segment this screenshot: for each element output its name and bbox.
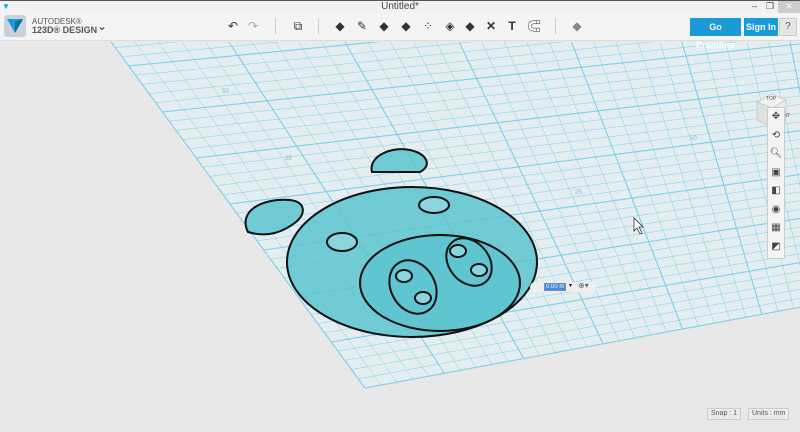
navigation-bar: ✥ ⟲ 🔍︎ ▣ ◧ ◉ ▦ ◩ [767, 107, 785, 259]
undo-icon[interactable]: ↶ [225, 18, 241, 34]
snout [359, 234, 521, 332]
window-title: Untitled* [381, 1, 419, 12]
nostril [395, 269, 413, 283]
orbit-icon[interactable]: ⟲ [768, 127, 784, 146]
sign-in-button[interactable]: Sign In [744, 18, 778, 36]
app-logo[interactable] [4, 15, 26, 37]
help-button[interactable]: ? [779, 18, 797, 36]
units-status[interactable]: Units : mm [748, 408, 790, 420]
snap-status[interactable]: Snap : 1 [707, 408, 742, 420]
primitives-icon[interactable]: ⧉ [290, 18, 306, 34]
view-icon[interactable]: ◧ [768, 182, 784, 201]
delete-icon[interactable]: ✕ [483, 18, 499, 34]
close-button[interactable]: ✕ [778, 1, 800, 13]
grouping-icon[interactable]: ⁘ [420, 18, 436, 34]
go-premium-button[interactable]: Go Premium [690, 18, 741, 50]
zoom-icon[interactable]: 🔍︎ [768, 145, 784, 164]
material-icon[interactable]: ◩ [768, 238, 784, 257]
minimize-button[interactable]: ‒ [752, 1, 757, 11]
eye-right [418, 196, 450, 214]
dimension-input[interactable] [544, 283, 566, 291]
snap-icon[interactable]: 🧲︎ [526, 18, 542, 34]
visibility-eye-icon[interactable]: ◉ [768, 201, 784, 220]
text-icon[interactable]: T [504, 18, 520, 34]
redo-icon[interactable]: ↷ [245, 18, 261, 34]
construct-icon[interactable]: ✎ [354, 18, 370, 34]
sketch-icon[interactable]: ◆ [332, 18, 348, 34]
grid-label: 25 [285, 156, 292, 162]
eye-left [326, 232, 358, 252]
nostril [470, 263, 488, 277]
restore-button[interactable]: ❐ [766, 1, 774, 12]
brand: AUTODESK® 123D® DESIGN [32, 17, 97, 35]
nostril [449, 244, 467, 258]
main-toolbar: AUTODESK® 123D® DESIGN ⌄ ↶ ↷ ⧉ ◆ ✎ ◆ ◆ ⁘ … [0, 13, 800, 50]
nostril [414, 291, 432, 305]
3d-viewport[interactable]: 50 25 50 25 TOP FRONT [0, 42, 800, 432]
combine-icon[interactable]: ◈ [442, 18, 458, 34]
fit-icon[interactable]: ▣ [768, 164, 784, 183]
dimension-input-widget[interactable]: ▾ ⊕▾ [530, 281, 596, 292]
modify-icon[interactable]: ◆ [376, 18, 392, 34]
grid-icon[interactable]: ▦ [768, 219, 784, 238]
grid-label: 50 [690, 136, 697, 142]
grid-label: 50 [222, 89, 229, 95]
viewcube-top[interactable]: TOP [766, 96, 776, 102]
app-menu-chevron-icon[interactable]: ⌄ [94, 18, 110, 34]
pattern-icon[interactable]: ◆ [398, 18, 414, 34]
chevron-down-icon[interactable]: ▾ [569, 282, 572, 289]
material-icon[interactable]: ◆ [569, 18, 585, 34]
title-bar: ▼ Untitled* ‒ ❐ ✕ [0, 0, 800, 13]
measure-icon[interactable]: ◆ [462, 18, 478, 34]
pan-icon[interactable]: ✥ [768, 108, 784, 127]
grid-label: 25 [575, 190, 582, 196]
product-name: 123D® DESIGN [32, 25, 98, 35]
snap-options-icon[interactable]: ⊕▾ [578, 281, 589, 290]
